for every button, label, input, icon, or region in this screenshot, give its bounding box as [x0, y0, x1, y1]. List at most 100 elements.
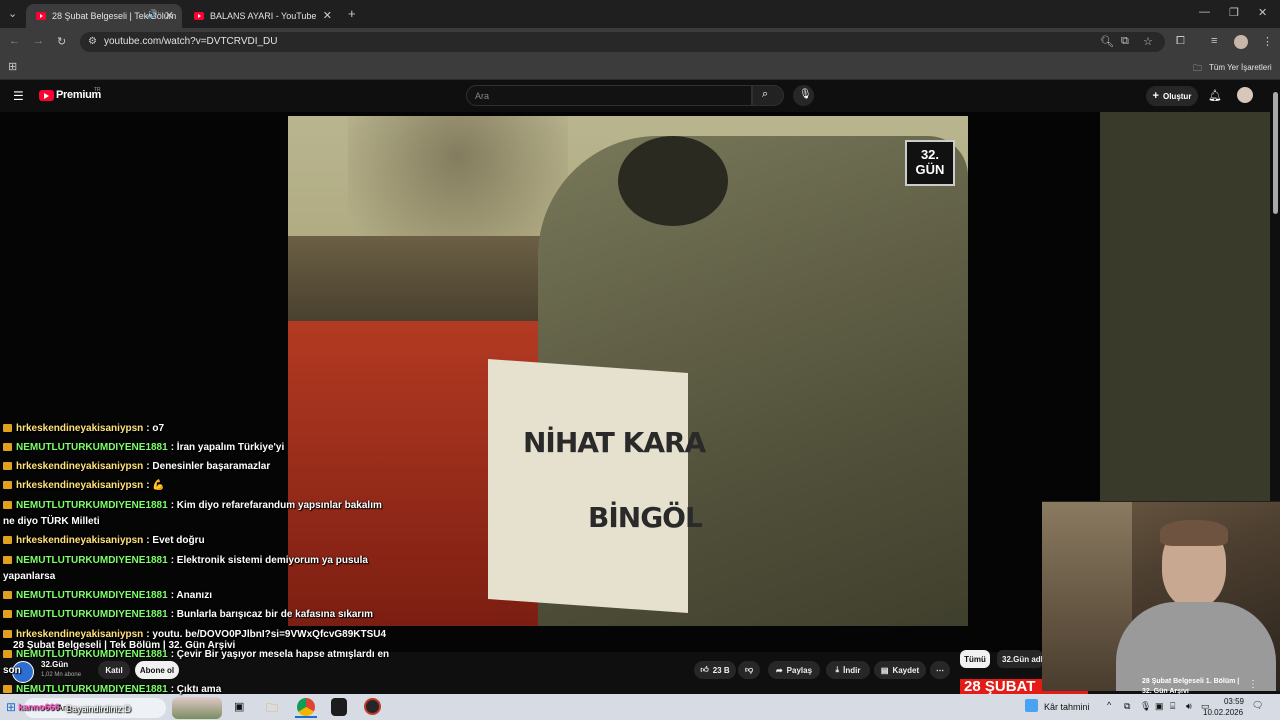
chat-badge-icon	[3, 556, 12, 564]
plus-icon: +	[1152, 90, 1159, 102]
taskbar-widget-thumb[interactable]	[172, 697, 222, 719]
chat-message: NEMUTLUTURKUMDIYENE1881: Ananızı	[3, 590, 212, 601]
tab-bar: ⌄ 28 Şubat Belgeseli | Tek Bölüm 🔊 ✕ BAL…	[0, 0, 1280, 28]
tray-volume-icon[interactable]: 🔊︎	[1186, 701, 1192, 712]
share-button[interactable]: ➦ Paylaş	[768, 661, 820, 679]
logo-country: TR	[94, 87, 101, 93]
chat-text: : Ananızı	[170, 590, 212, 601]
task-view-icon[interactable]: ▣	[234, 700, 244, 713]
profile-avatar[interactable]	[1234, 35, 1248, 49]
tab-active[interactable]: 28 Şubat Belgeseli | Tek Bölüm 🔊 ✕	[26, 4, 182, 28]
file-explorer-icon[interactable]: 🗀	[266, 699, 278, 720]
chat-text: : 💪	[146, 480, 165, 491]
chat-badge-icon	[3, 424, 12, 432]
chat-message-continued: son	[3, 665, 21, 676]
app-icon-dark[interactable]	[331, 698, 347, 716]
clock-time[interactable]: 03:59	[1214, 697, 1244, 706]
overlay-username: kanno666	[18, 702, 60, 712]
close-window-icon[interactable]: ✕	[1258, 6, 1267, 19]
like-button[interactable]: 👍︎ 23 B	[694, 661, 736, 679]
extensions-icon[interactable]: ⧠	[1176, 35, 1185, 48]
hamburger-menu-icon[interactable]: ☰	[13, 89, 24, 103]
windows-start-icon[interactable]: ⊞	[6, 700, 16, 714]
channel-name[interactable]: 32.Gün	[41, 660, 68, 669]
chat-message: hrkeskendineyakisaniypsn: youtu. be/DOVO…	[3, 629, 386, 640]
chat-text: : İran yapalım Türkiye'yi	[170, 442, 285, 453]
chat-badge-icon	[3, 443, 12, 451]
thumbs-up-icon: 👍︎	[700, 665, 709, 674]
notifications-bell-icon[interactable]: 🔔︎	[1208, 89, 1222, 102]
all-bookmarks-label[interactable]: Tüm Yer İşaretleri	[1209, 63, 1272, 72]
chrome-icon[interactable]	[297, 698, 315, 716]
tray-app2-icon[interactable]: ▣	[1155, 701, 1164, 712]
dislike-button[interactable]: 👎︎	[738, 661, 760, 679]
notifications-icon[interactable]: 🗨︎	[1252, 700, 1263, 711]
tray-network-icon[interactable]: ⌸	[1170, 701, 1175, 712]
chat-message: hrkeskendineyakisaniypsn: 💪	[3, 480, 165, 491]
chat-badge-icon	[3, 481, 12, 489]
search-input[interactable]	[466, 85, 752, 106]
restore-icon[interactable]: ❐	[1229, 6, 1239, 19]
tray-app-icon[interactable]: ⧉	[1124, 701, 1130, 712]
reload-icon[interactable]: ↻	[57, 35, 66, 48]
menu-dots-icon[interactable]: ⋮	[1262, 35, 1273, 48]
chip-all[interactable]: Tümü	[960, 650, 990, 668]
chat-badge-icon	[3, 591, 12, 599]
chat-badge-icon	[3, 630, 12, 638]
chip-channel[interactable]: 32.Gün adlı	[997, 650, 1043, 668]
chat-badge-icon	[3, 501, 12, 509]
join-label: Katıl	[105, 665, 123, 675]
create-button[interactable]: + Oluştur	[1146, 86, 1198, 106]
back-icon[interactable]: ←	[9, 35, 20, 47]
video-frame[interactable]: NİHAT KARA BİNGÖL 32. GÜN	[288, 116, 968, 626]
site-info-icon[interactable]: ⚙	[88, 36, 97, 47]
media-control-icon[interactable]: ≡	[1211, 35, 1217, 47]
more-actions-button[interactable]: ⋯	[930, 661, 950, 679]
search-icon: ⌕	[762, 88, 769, 100]
minimize-icon[interactable]: —	[1199, 6, 1210, 18]
forward-icon[interactable]: →	[33, 35, 44, 47]
chat-username: NEMUTLUTURKUMDIYENE1881	[16, 590, 168, 601]
save-button[interactable]: ▤ Kaydet	[874, 661, 926, 679]
chat-text: : o7	[146, 423, 165, 434]
close-tab-icon[interactable]: ✕	[165, 9, 174, 22]
download-button[interactable]: ⤓ İndir	[826, 661, 870, 679]
cam-hair	[1160, 520, 1228, 546]
tray-chevron-icon[interactable]: ^	[1107, 700, 1111, 710]
chat-message: NEMUTLUTURKUMDIYENE1881: Çevir Bir yaşıy…	[3, 649, 389, 660]
chat-message-continued: ne diyo TÜRK Milleti	[3, 516, 100, 527]
chat-username: NEMUTLUTURKUMDIYENE1881	[16, 649, 168, 660]
clock-date[interactable]: 10.02.2026	[1203, 708, 1243, 717]
tab-title: BALANS AYARI - YouTube	[210, 11, 317, 21]
page-scrollbar[interactable]	[1273, 92, 1278, 214]
zoom-icon[interactable]: 🔍︎	[1100, 35, 1114, 48]
folder-icon[interactable]: 🗀	[1193, 61, 1202, 77]
tray-mic-icon[interactable]: 🎙︎	[1140, 701, 1151, 712]
youtube-favicon-icon	[194, 12, 204, 20]
audio-icon[interactable]: 🔊	[147, 9, 158, 20]
recommendation-title[interactable]: 28 Şubat Belgeseli 1. Bölüm |	[1142, 678, 1239, 685]
bookmark-star-icon[interactable]: ☆	[1143, 35, 1153, 48]
play-triangle-icon	[44, 93, 49, 99]
account-avatar[interactable]	[1237, 87, 1253, 103]
chat-text: : Denesinler başaramazlar	[146, 461, 271, 472]
chat-username: hrkeskendineyakisaniypsn	[16, 535, 144, 546]
obs-icon[interactable]	[364, 698, 381, 715]
apps-grid-icon[interactable]: ⊞	[8, 60, 17, 73]
join-button[interactable]: Katıl	[98, 661, 130, 679]
new-tab-icon[interactable]: +	[348, 6, 356, 21]
weather-label[interactable]: Kâr tahmini	[1044, 702, 1090, 712]
recommendation-menu-icon[interactable]: ⋮	[1248, 679, 1258, 690]
tab-search-icon[interactable]: ⌄	[8, 7, 17, 20]
like-count: 23 B	[712, 665, 730, 675]
chip-channel-label: 32.Gün adlı	[1002, 654, 1043, 664]
url-text[interactable]: youtube.com/watch?v=DVTCRVDI_DU	[104, 36, 278, 47]
close-tab-icon[interactable]: ✕	[323, 9, 332, 22]
subscribe-button[interactable]: Abone ol	[135, 661, 179, 679]
tab-inactive[interactable]: BALANS AYARI - YouTube ✕	[184, 4, 340, 28]
chat-message: hrkeskendineyakisaniypsn: o7	[3, 423, 164, 434]
save-icon: ▤	[880, 665, 889, 675]
webcam-overlay	[1042, 501, 1280, 691]
install-icon[interactable]: ⧉	[1121, 35, 1129, 48]
chat-username: NEMUTLUTURKUMDIYENE1881	[16, 500, 168, 511]
